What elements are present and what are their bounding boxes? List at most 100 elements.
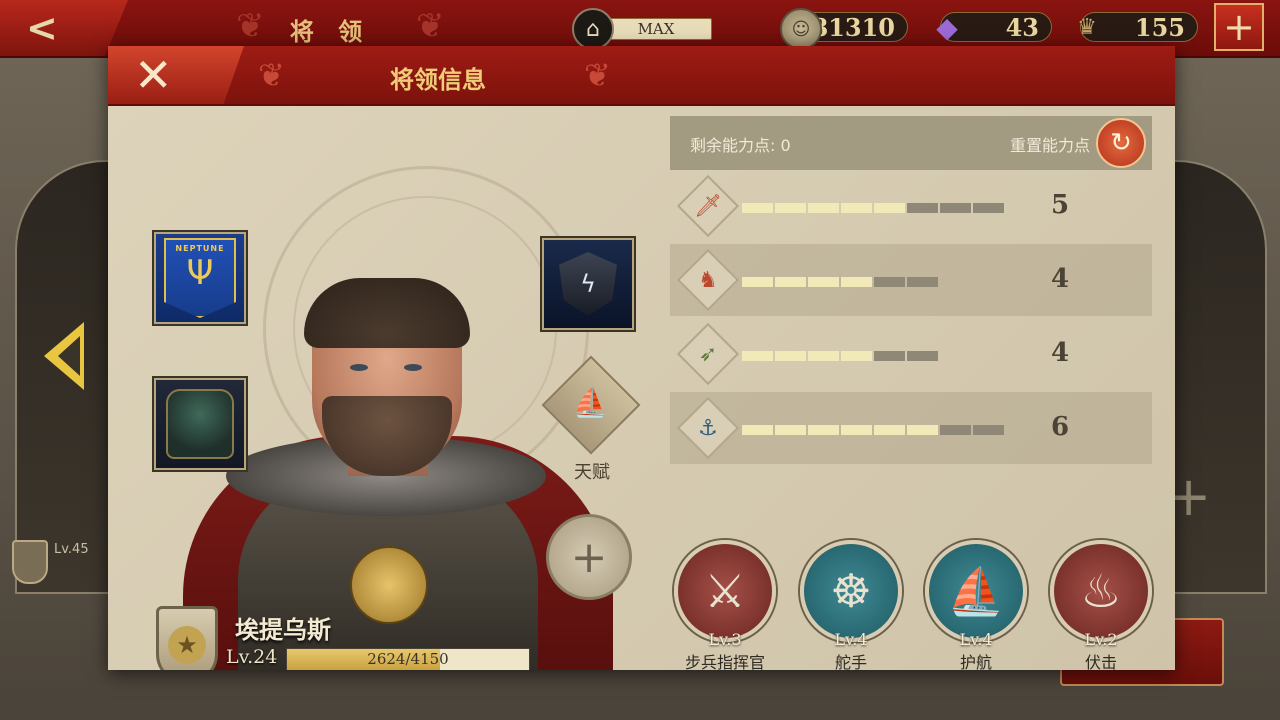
xp-bar: 2624/4150: [286, 648, 530, 670]
skill-level: Lv.4: [959, 630, 993, 649]
modal-body: NEPTUNE Ψ ϟ ⛵ 天赋 + ★ 埃提乌斯 Lv.24 2624/415…: [108, 106, 1175, 673]
building-level-value: MAX: [600, 18, 712, 40]
shield-icon: ϟ: [559, 252, 617, 316]
stat-segment-filled: [874, 203, 905, 213]
refresh-icon: ↻: [1110, 128, 1132, 158]
medallion-icon: [350, 546, 428, 624]
portrait-area: NEPTUNE Ψ ϟ ⛵ 天赋 + ★ 埃提乌斯 Lv.24 2624/415…: [108, 106, 663, 670]
skill-infantry-commander[interactable]: ⚔ Lv.3 步兵指挥官: [670, 540, 780, 673]
bow-icon: ➶: [676, 322, 740, 386]
stat-segment-filled: [742, 277, 773, 287]
armor-slot[interactable]: [154, 378, 246, 470]
stat-bar: [742, 277, 938, 287]
back-arrow-icon: <: [26, 6, 58, 50]
stat-value: 4: [1050, 338, 1070, 368]
talent-label: 天赋: [574, 462, 610, 483]
stat-segment-filled: [775, 351, 806, 361]
add-slot-button[interactable]: +: [546, 514, 632, 600]
spqr-icon: ♛: [1077, 14, 1097, 40]
stat-segment-filled: [742, 351, 773, 361]
stat-value: 4: [1050, 264, 1070, 294]
skill-name: 舵手: [834, 653, 867, 672]
add-resource-button[interactable]: +: [1214, 3, 1264, 51]
skill-escort[interactable]: ⛵ Lv.4 护航: [921, 540, 1031, 673]
stat-segment-filled: [841, 351, 872, 361]
stat-segment-filled: [841, 425, 872, 435]
stat-segment-empty: [907, 351, 938, 361]
skill-name: 步兵指挥官: [684, 653, 765, 672]
background-arch-right: [1160, 160, 1267, 594]
skill-helmsman[interactable]: ☸ Lv.4 舵手: [796, 540, 906, 673]
screen-title: 将 领: [289, 17, 371, 46]
modal-title: 将领信息: [390, 65, 486, 94]
stat-value: 6: [1050, 412, 1070, 442]
stat-row-infantry: 🗡 5: [670, 170, 1152, 242]
previous-general-arrow-icon[interactable]: [44, 322, 84, 390]
stat-segment-empty: [973, 425, 1004, 435]
general-info-modal: ✕ ❦ 将领信息 ❦ NEPTUNE Ψ ϟ ⛵ 天赋 + ★ 埃提乌斯 Lv.…: [108, 46, 1175, 673]
modal-header: ✕ ❦ 将领信息 ❦: [108, 46, 1175, 106]
laurel-right-icon: ❦: [584, 56, 611, 94]
neptune-banner-icon: NEPTUNE Ψ: [164, 238, 236, 318]
stat-segment-filled: [742, 425, 773, 435]
stat-bar: [742, 351, 938, 361]
skill-name: 伏击: [1084, 653, 1117, 672]
skill-ambush[interactable]: ♨ Lv.2 伏击: [1046, 540, 1156, 673]
stat-segment-filled: [841, 203, 872, 213]
stat-segment-empty: [874, 277, 905, 287]
laurel-right-icon: ❦: [416, 6, 445, 46]
shield-slot[interactable]: ϟ: [542, 238, 634, 330]
armor-icon: [166, 389, 234, 459]
reset-points-button[interactable]: ↻: [1096, 118, 1146, 168]
stat-segment-filled: [742, 203, 773, 213]
stat-segment-filled: [808, 203, 839, 213]
ambush-icon: ♨: [1050, 540, 1152, 642]
skill-level: Lv.3: [708, 630, 742, 649]
background-rank-badge-icon: [12, 540, 48, 584]
skill-name: 护航: [959, 653, 992, 672]
warship-icon: ⛵: [925, 540, 1027, 642]
skill-level: Lv.4: [834, 630, 868, 649]
sword-icon: 🗡: [676, 174, 740, 238]
temple-icon: ⌂: [572, 8, 614, 50]
stat-segment-empty: [874, 351, 905, 361]
stat-row-cavalry: ♞ 4: [670, 244, 1152, 316]
stat-bar: [742, 425, 1004, 435]
stat-segment-filled: [874, 425, 905, 435]
gem-icon: ◆: [936, 10, 958, 44]
background-general-level: Lv.45: [54, 542, 89, 557]
rank-badge: ★: [156, 606, 218, 670]
stat-segment-filled: [808, 351, 839, 361]
stat-value: 5: [1050, 190, 1070, 220]
xp-text: 2624/4150: [367, 650, 449, 668]
stat-segment-filled: [775, 425, 806, 435]
reset-points-label: 重置能力点: [1009, 136, 1090, 155]
laurel-left-icon: ❦: [258, 56, 285, 94]
close-button[interactable]: ✕: [108, 46, 244, 104]
stat-row-archer: ➶ 4: [670, 318, 1152, 390]
general-level: Lv.24: [226, 646, 278, 668]
stat-segment-empty: [907, 203, 938, 213]
stat-segment-filled: [808, 425, 839, 435]
stat-segment-empty: [940, 425, 971, 435]
stat-segment-filled: [808, 277, 839, 287]
close-icon: ✕: [134, 48, 173, 102]
stat-segment-filled: [907, 425, 938, 435]
anchor-icon: ⚓: [676, 396, 740, 460]
ship-wheel-icon: ☸: [800, 540, 902, 642]
stat-segment-filled: [841, 277, 872, 287]
star-icon: ★: [168, 626, 206, 664]
banner-slot[interactable]: NEPTUNE Ψ: [154, 232, 246, 324]
stat-segment-filled: [775, 277, 806, 287]
general-name: 埃提乌斯: [235, 615, 331, 644]
stat-segment-filled: [775, 203, 806, 213]
skill-level: Lv.2: [1084, 630, 1118, 649]
stat-bar: [742, 203, 1004, 213]
stat-segment-empty: [940, 203, 971, 213]
laurel-left-icon: ❦: [236, 6, 265, 46]
coin-icon: ☺: [780, 8, 822, 50]
crossed-swords-icon: ⚔: [674, 540, 776, 642]
remaining-points-label: 剩余能力点: 0: [690, 136, 791, 155]
stat-segment-empty: [907, 277, 938, 287]
talent-button[interactable]: ⛵: [540, 355, 641, 468]
